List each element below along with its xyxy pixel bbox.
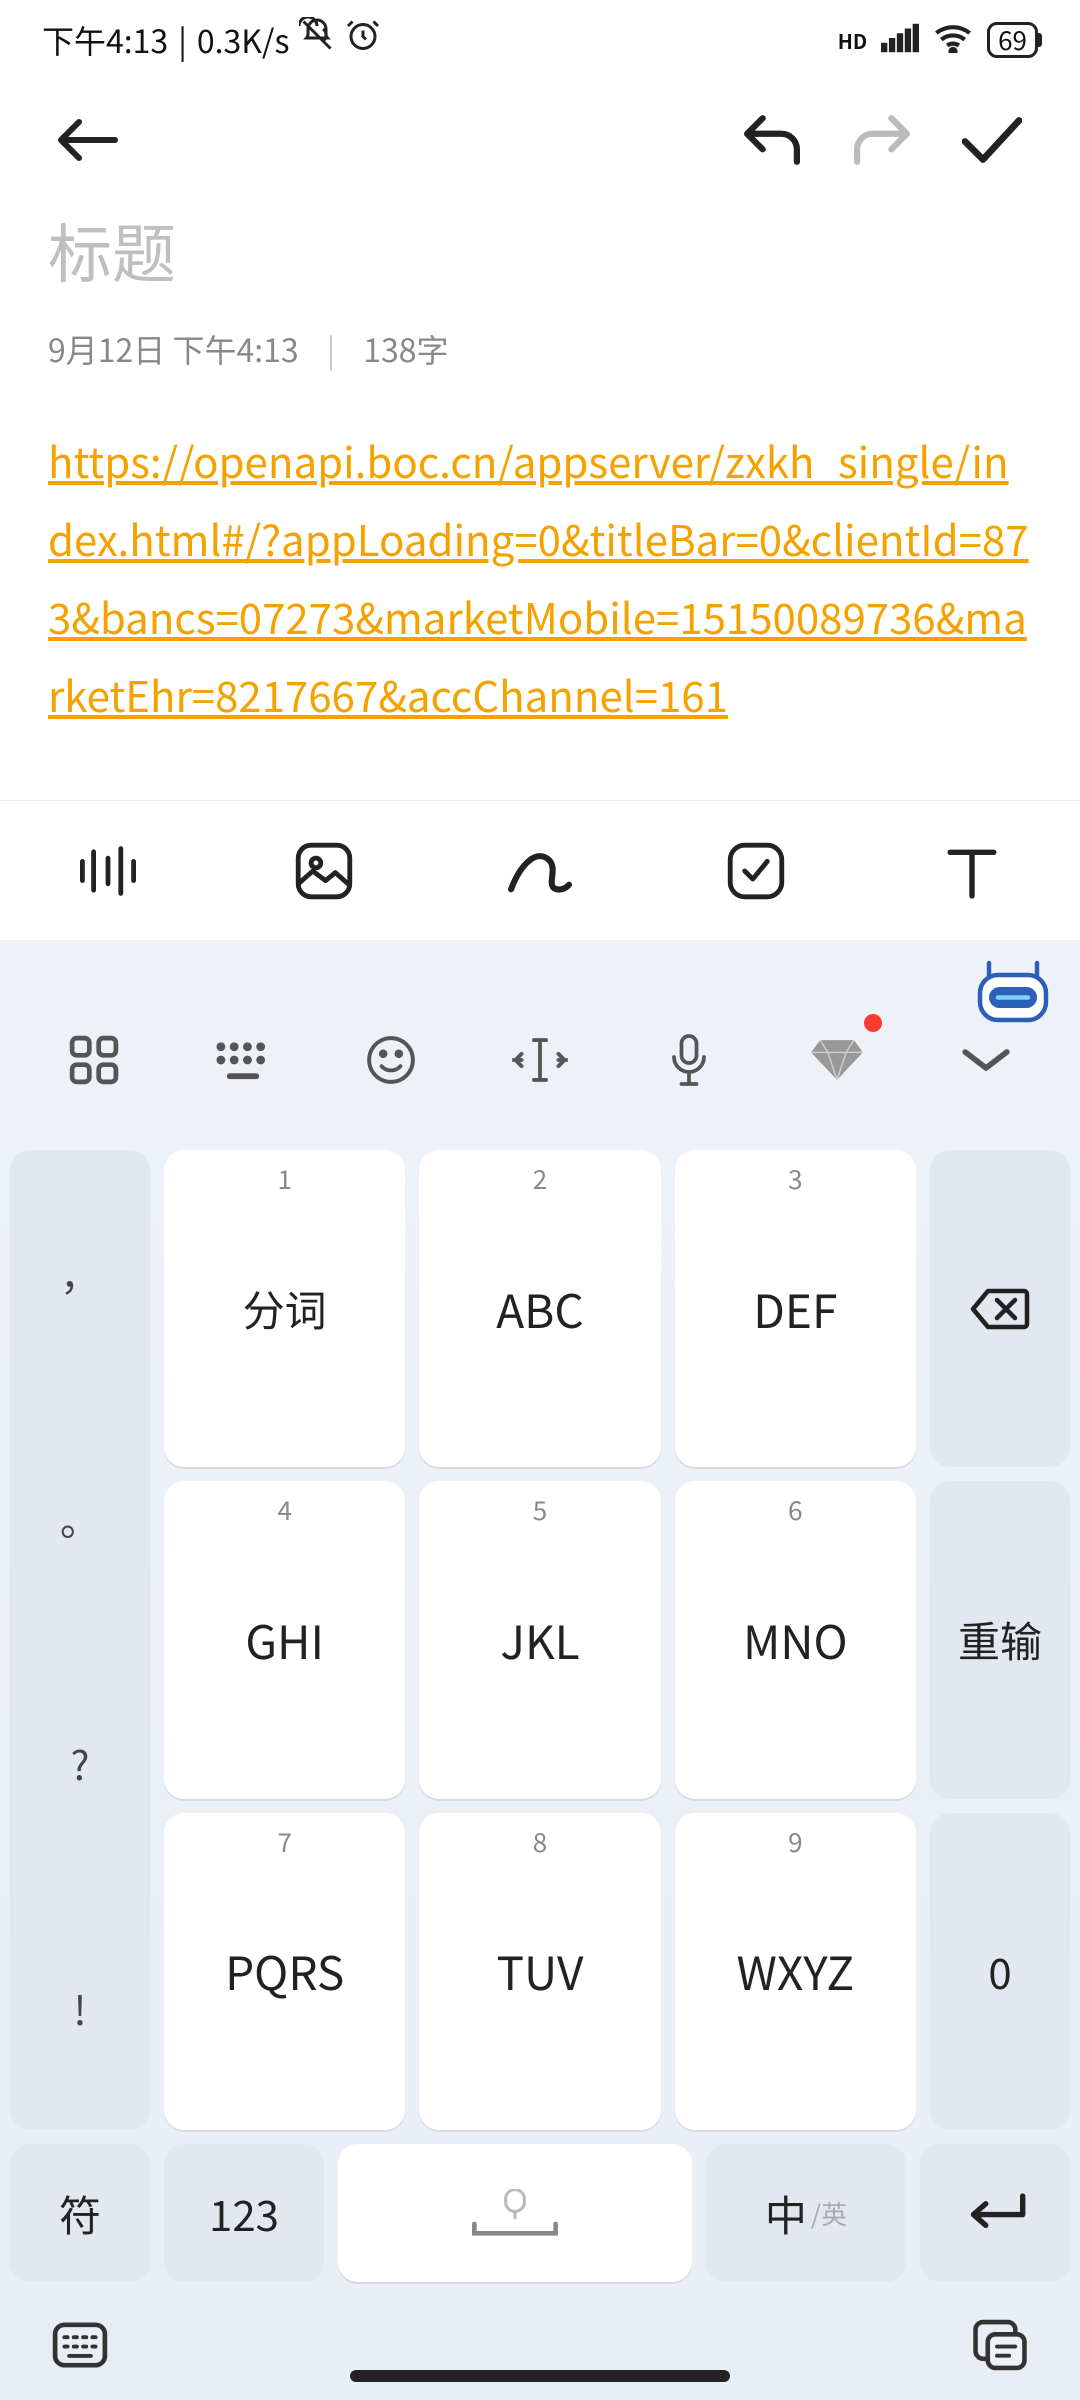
signal-icon	[881, 17, 919, 63]
keyboard-keys: ， 。 ? ! 1分词 2ABC 3DEF 4GHI 5JKL 6MNO 重输 …	[0, 1140, 1080, 2130]
title-input[interactable]: 标题	[48, 204, 1032, 296]
body-link[interactable]: https://openapi.boc.cn/appserver/zxkh_si…	[48, 422, 1032, 734]
key-zero[interactable]: 0	[930, 1813, 1070, 2130]
confirm-button[interactable]	[952, 100, 1032, 180]
key-9[interactable]: 9WXYZ	[675, 1813, 916, 2130]
mute-icon	[299, 17, 335, 63]
key-3[interactable]: 3DEF	[675, 1150, 916, 1467]
status-time: 下午4:13	[42, 17, 168, 63]
kb-apps-icon[interactable]	[39, 1020, 149, 1100]
key-language[interactable]: 中/英	[706, 2144, 906, 2282]
kb-punct-question[interactable]: ?	[10, 1640, 150, 1885]
editor-toolbar	[0, 800, 1080, 940]
notification-dot	[864, 1014, 882, 1032]
note-date: 9月12日 下午4:13	[48, 326, 299, 372]
status-divider: |	[178, 17, 187, 63]
battery-indicator: 69	[987, 22, 1038, 58]
status-bar: 下午4:13 | 0.3K/s HD 69	[0, 0, 1080, 80]
kb-cursor-icon[interactable]	[485, 1020, 595, 1100]
kb-emoji-icon[interactable]	[336, 1020, 446, 1100]
meta-divider: |	[327, 326, 336, 372]
keyboard: ， 。 ? ! 1分词 2ABC 3DEF 4GHI 5JKL 6MNO 重输 …	[0, 940, 1080, 2400]
word-count: 138字	[363, 326, 448, 372]
key-symbols[interactable]: 符	[10, 2144, 150, 2282]
kb-left-column: ， 。 ? !	[10, 1150, 150, 2130]
keyboard-topbar	[0, 980, 1080, 1140]
alarm-icon	[345, 17, 381, 63]
status-left: 下午4:13 | 0.3K/s	[42, 17, 381, 63]
nav-bar	[0, 2290, 1080, 2400]
key-1[interactable]: 1分词	[164, 1150, 405, 1467]
status-netspeed: 0.3K/s	[197, 17, 290, 63]
keyboard-bottom-row: 符 123 中/英	[0, 2130, 1080, 2290]
kb-collapse-icon[interactable]	[931, 1020, 1041, 1100]
key-6[interactable]: 6MNO	[675, 1481, 916, 1798]
meta-row: 9月12日 下午4:13 | 138字	[48, 326, 1032, 372]
key-space[interactable]	[338, 2144, 692, 2282]
key-4[interactable]: 4GHI	[164, 1481, 405, 1798]
kb-punct-period[interactable]: 。	[10, 1395, 150, 1640]
gesture-handle[interactable]	[350, 2370, 730, 2382]
back-button[interactable]	[48, 100, 128, 180]
editor-area[interactable]: 标题 9月12日 下午4:13 | 138字 https://openapi.b…	[0, 204, 1080, 734]
kb-layout-icon[interactable]	[188, 1020, 298, 1100]
key-enter[interactable]	[920, 2144, 1070, 2282]
kb-punct-comma[interactable]: ，	[10, 1150, 150, 1395]
kb-diamond-icon[interactable]	[782, 1020, 892, 1100]
body-content[interactable]: https://openapi.boc.cn/appserver/zxkh_si…	[48, 422, 1032, 734]
app-header	[0, 80, 1080, 200]
wifi-icon	[933, 17, 973, 63]
key-backspace[interactable]	[930, 1150, 1070, 1467]
undo-button[interactable]	[732, 100, 812, 180]
key-reinput[interactable]: 重输	[930, 1481, 1070, 1798]
checklist-tool[interactable]	[706, 821, 806, 921]
key-8[interactable]: 8TUV	[419, 1813, 660, 2130]
status-right: HD 69	[838, 17, 1038, 63]
key-2[interactable]: 2ABC	[419, 1150, 660, 1467]
key-5[interactable]: 5JKL	[419, 1481, 660, 1798]
voice-tool[interactable]	[58, 821, 158, 921]
redo-button[interactable]	[842, 100, 922, 180]
hd-label: HD	[838, 26, 867, 55]
kb-mic-icon[interactable]	[634, 1020, 744, 1100]
text-tool[interactable]	[922, 821, 1022, 921]
battery-pct: 69	[998, 26, 1027, 54]
key-7[interactable]: 7PQRS	[164, 1813, 405, 2130]
key-numbers[interactable]: 123	[164, 2144, 324, 2282]
kb-punct-exclaim[interactable]: !	[10, 1885, 150, 2130]
draw-tool[interactable]	[490, 821, 590, 921]
image-tool[interactable]	[274, 821, 374, 921]
